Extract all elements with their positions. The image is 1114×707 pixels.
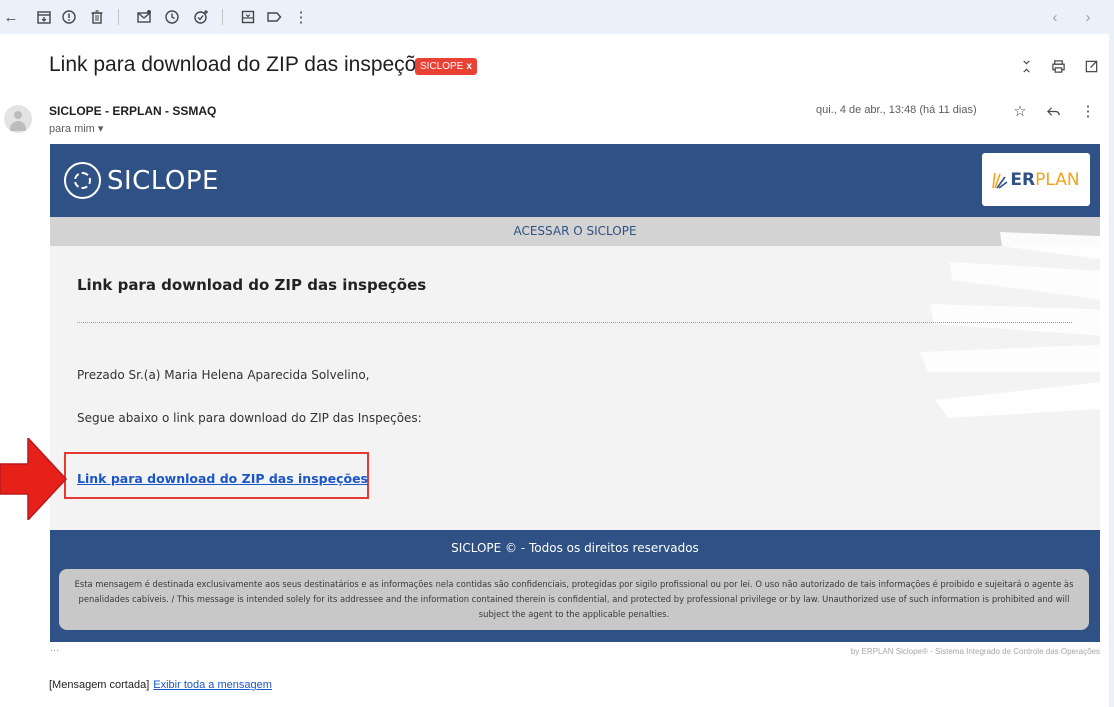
erplan-brand-er: ER <box>1010 169 1036 190</box>
scrollbar-track[interactable] <box>1109 34 1114 707</box>
instruction-text: Segue abaixo o link para download do ZIP… <box>77 411 422 425</box>
previous-icon[interactable]: ‹ <box>1044 6 1066 28</box>
sender-avatar <box>4 105 32 133</box>
sender-name[interactable]: SICLOPE - ERPLAN - SSMAQ <box>49 104 216 118</box>
siclope-logo: SICLOPE <box>64 162 219 199</box>
trimmed-content-toggle[interactable]: ... <box>50 642 59 654</box>
add-task-icon[interactable] <box>190 6 212 28</box>
decorative-rays-graphic <box>920 232 1100 418</box>
remove-label-icon[interactable]: x <box>466 61 472 72</box>
mark-unread-icon[interactable] <box>133 6 155 28</box>
move-to-icon[interactable] <box>237 6 259 28</box>
label-name: SICLOPE <box>420 61 464 72</box>
footer-copyright: SICLOPE © - Todos os direitos reservados <box>451 541 699 555</box>
archive-icon[interactable] <box>33 6 55 28</box>
confidentiality-disclaimer: Esta mensagem é destinada exclusivamente… <box>59 569 1089 630</box>
toolbar: ← ⋮ ‹ › <box>0 0 1114 34</box>
red-arrow-annotation <box>0 438 68 520</box>
message-date: qui., 4 de abr., 13:48 (há 11 dias) <box>816 104 977 116</box>
erplan-rays-icon <box>992 172 1008 189</box>
erplan-brand-plan: PLAN <box>1035 169 1080 190</box>
snooze-icon[interactable] <box>161 6 183 28</box>
email-footer: SICLOPE © - Todos os direitos reservados… <box>50 530 1100 642</box>
more-options-icon[interactable]: ⋮ <box>1078 101 1098 121</box>
reply-icon[interactable] <box>1043 101 1063 121</box>
back-arrow-icon[interactable]: ← <box>0 6 22 28</box>
email-body: SICLOPE ERPLAN ACESSAR O SICLOPE Link pa… <box>50 144 1100 642</box>
divider <box>77 322 1072 323</box>
download-zip-link[interactable]: Link para download do ZIP das inspeções <box>77 471 368 486</box>
email-header: SICLOPE ERPLAN <box>50 144 1100 217</box>
show-full-message-link[interactable]: Exibir toda a mensagem <box>153 679 272 691</box>
erplan-logo: ERPLAN <box>982 153 1090 206</box>
more-vert-icon[interactable]: ⋮ <box>290 6 312 28</box>
open-new-window-icon[interactable] <box>1081 56 1101 76</box>
email-subject: Link para download do ZIP das inspeções <box>49 53 439 76</box>
greeting-text: Prezado Sr.(a) Maria Helena Aparecida So… <box>77 368 370 382</box>
chevron-down-icon[interactable]: ▾ <box>98 123 104 135</box>
delete-icon[interactable] <box>86 6 108 28</box>
labels-icon[interactable] <box>263 6 285 28</box>
print-icon[interactable] <box>1048 56 1068 76</box>
erplan-byline: by ERPLAN Siclope® - Sistema Integrado d… <box>850 647 1100 656</box>
email-heading: Link para download do ZIP das inspeções <box>77 276 427 294</box>
siclope-emblem-icon <box>64 162 101 199</box>
clipped-label: [Mensagem cortada] <box>49 679 150 691</box>
report-spam-icon[interactable] <box>58 6 80 28</box>
recipient-label: para mim <box>49 123 95 135</box>
star-icon[interactable]: ☆ <box>1010 101 1030 121</box>
siclope-brand: SICLOPE <box>107 165 219 196</box>
collapse-all-icon[interactable] <box>1016 56 1036 76</box>
next-icon[interactable]: › <box>1077 6 1099 28</box>
recipient-details[interactable]: para mim ▾ <box>49 122 103 135</box>
label-chip[interactable]: SICLOPE x <box>415 58 477 75</box>
clipped-notice: [Mensagem cortada] Exibir toda a mensagem <box>49 679 272 691</box>
